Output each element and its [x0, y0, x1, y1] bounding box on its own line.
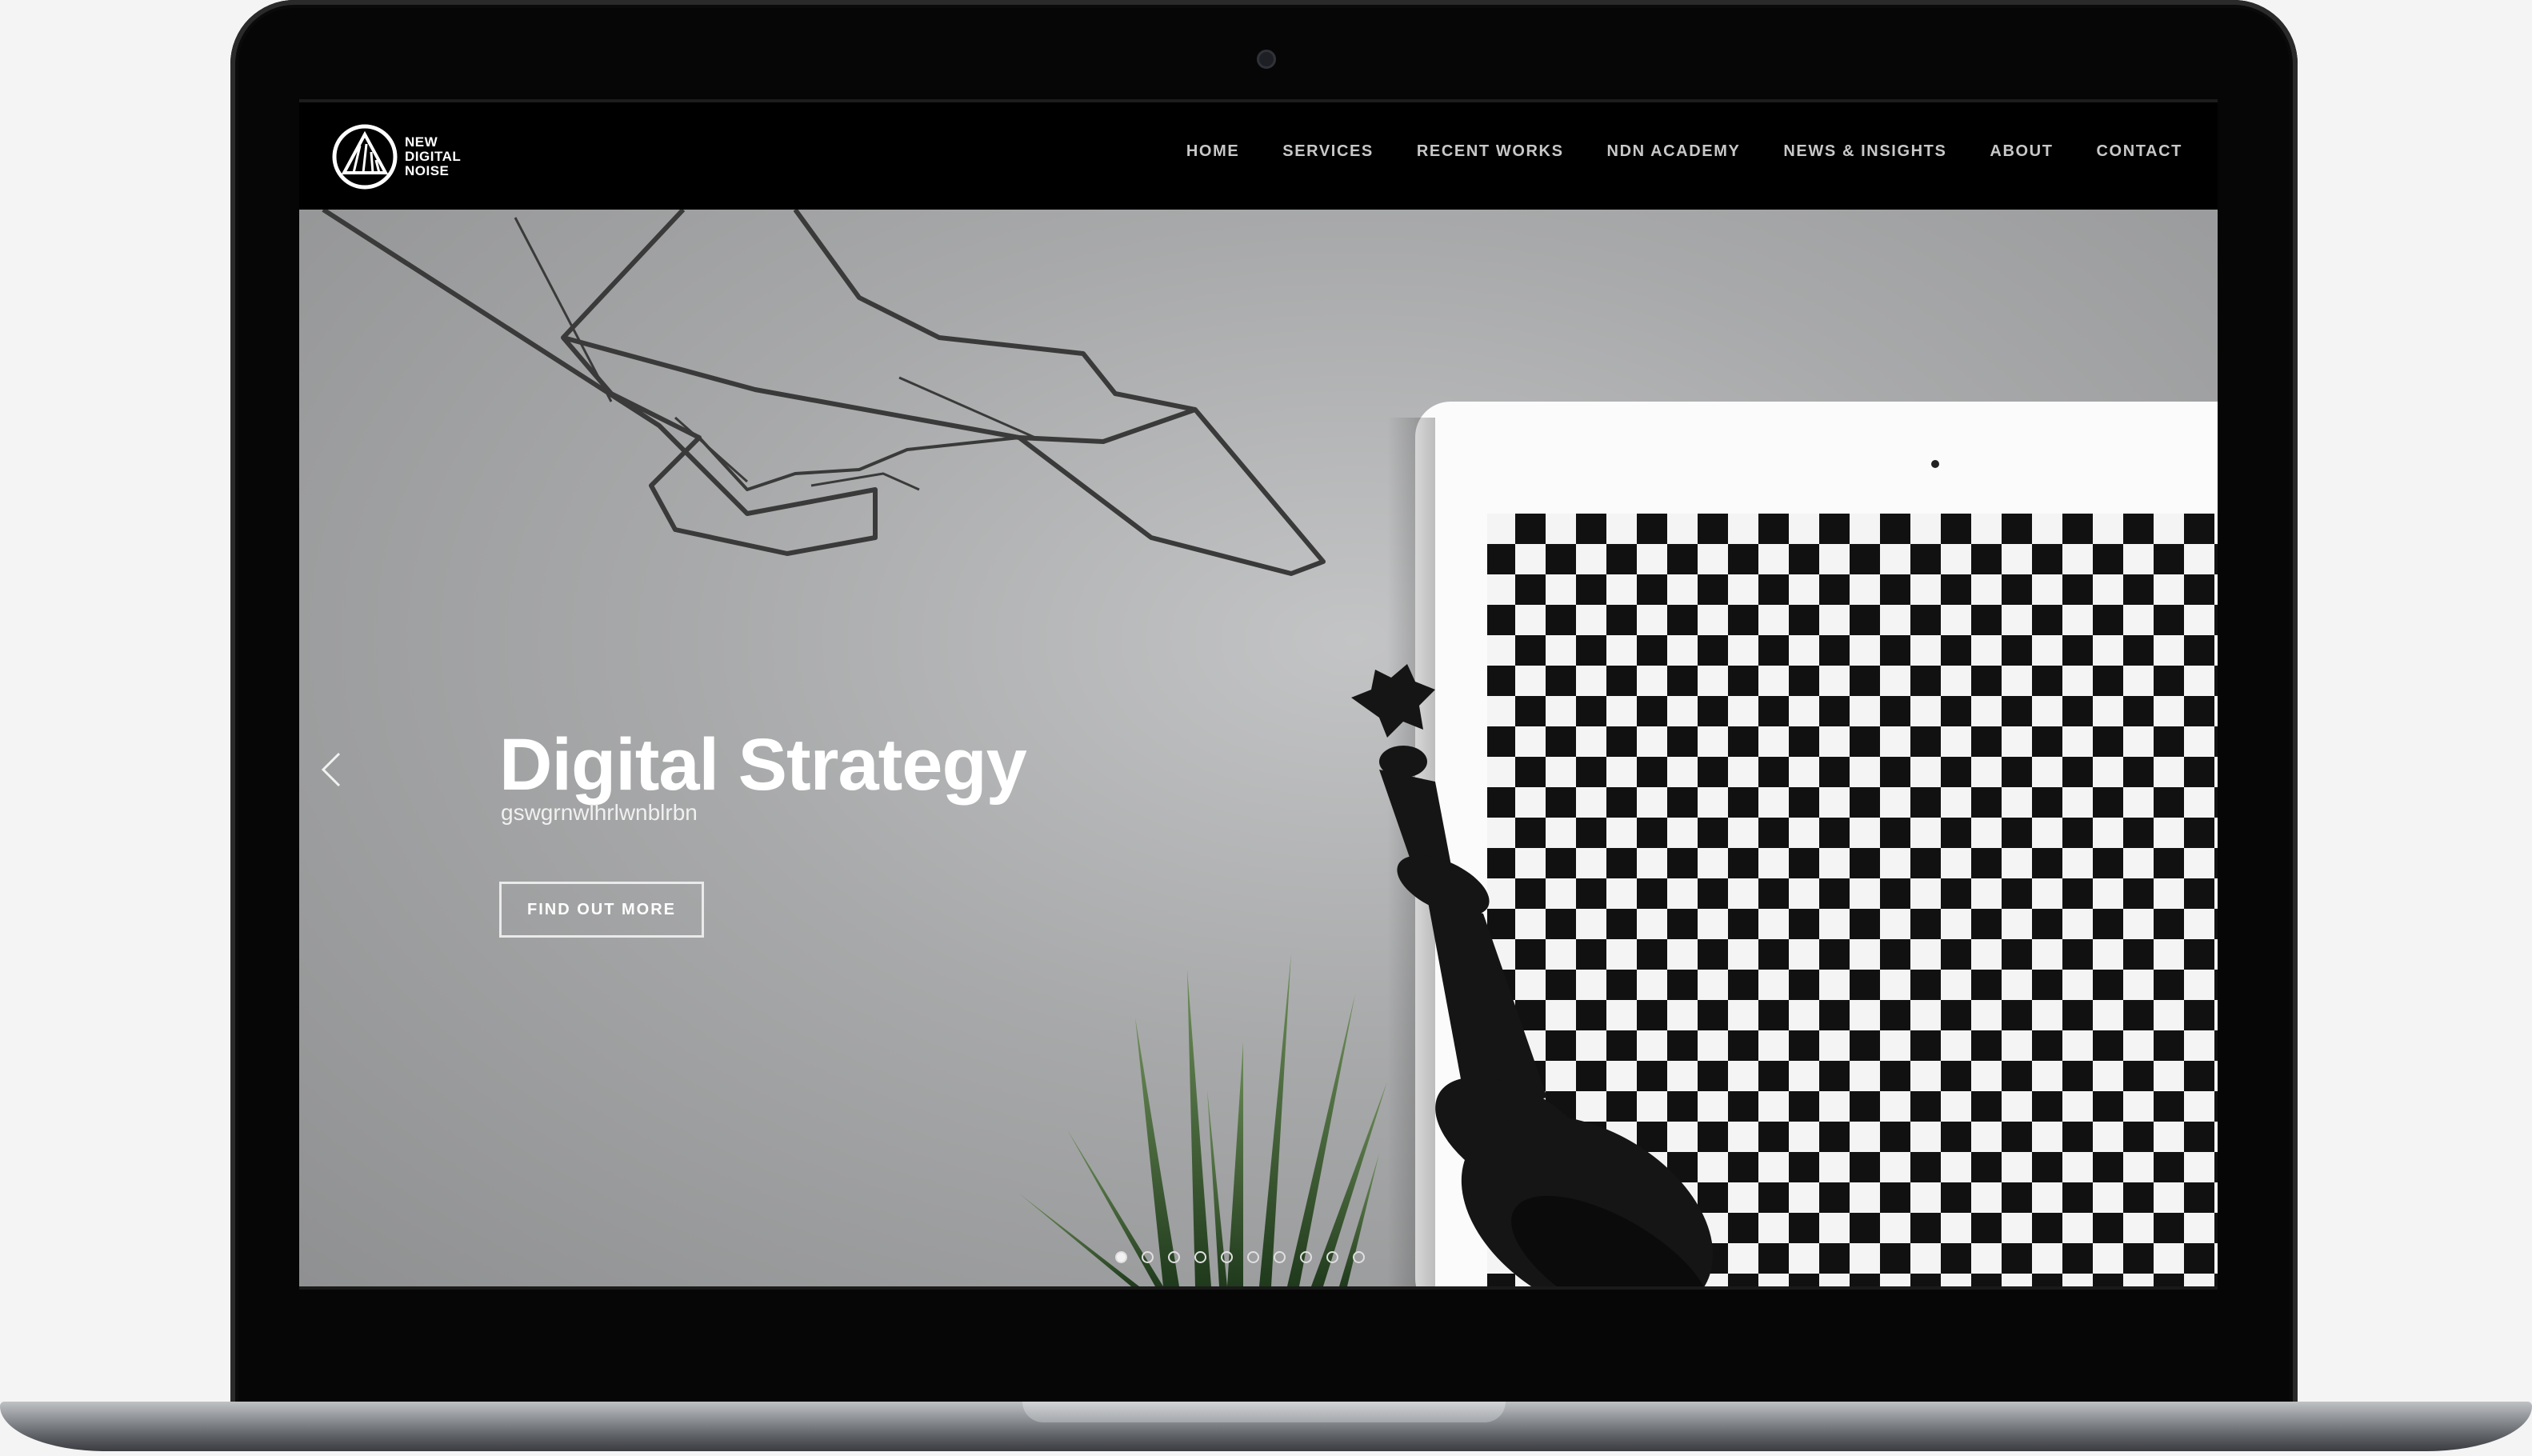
slider-dot[interactable] [1326, 1251, 1338, 1263]
slider-dot[interactable] [1300, 1251, 1312, 1263]
nav-item-about[interactable]: ABOUT [1990, 142, 2053, 161]
hero-title: Digital Strategy [499, 723, 1027, 806]
hero-slider: Digital Strategy gswgrnwlhrlwnblrbn FIND… [299, 210, 2218, 1286]
hand-illustration [322, 210, 1326, 576]
laptop-hinge-notch [1022, 1402, 1506, 1422]
slider-pagination [1115, 1251, 1365, 1263]
nav-item-ndn-academy[interactable]: NDN ACADEMY [1607, 142, 1741, 161]
slider-dot[interactable] [1353, 1251, 1365, 1263]
slider-dot[interactable] [1142, 1251, 1154, 1263]
slider-dot[interactable] [1274, 1251, 1286, 1263]
webcam [1257, 50, 1276, 69]
slider-dot[interactable] [1194, 1251, 1206, 1263]
slider-dot[interactable] [1168, 1251, 1180, 1263]
slider-dot[interactable] [1221, 1251, 1233, 1263]
slider-dot[interactable] [1115, 1251, 1127, 1263]
plant-illustration [1019, 954, 1387, 1286]
slider-dot[interactable] [1247, 1251, 1259, 1263]
logo-wordmark: NEW DIGITAL NOISE [405, 134, 462, 178]
nav-item-home[interactable]: HOME [1186, 142, 1239, 161]
hero-subtitle: gswgrnwlhrlwnblrbn [501, 800, 698, 825]
main-nav: HOME SERVICES RECENT WORKS NDN ACADEMY N… [1186, 142, 2182, 161]
nav-item-news-insights[interactable]: NEWS & INSIGHTS [1783, 142, 1946, 161]
nav-item-contact[interactable]: CONTACT [2097, 142, 2182, 161]
browser-viewport: NEW DIGITAL NOISE HOME SERVICES RECENT W… [299, 99, 2218, 1290]
site-header: NEW DIGITAL NOISE HOME SERVICES RECENT W… [299, 102, 2218, 213]
nav-item-services[interactable]: SERVICES [1282, 142, 1374, 161]
nav-item-recent-works[interactable]: RECENT WORKS [1417, 142, 1564, 161]
site-logo[interactable]: NEW DIGITAL NOISE [331, 118, 475, 195]
triangle-logo-icon [332, 124, 398, 190]
chevron-left-icon[interactable] [315, 746, 347, 794]
find-out-more-button[interactable]: FIND OUT MORE [499, 882, 704, 938]
